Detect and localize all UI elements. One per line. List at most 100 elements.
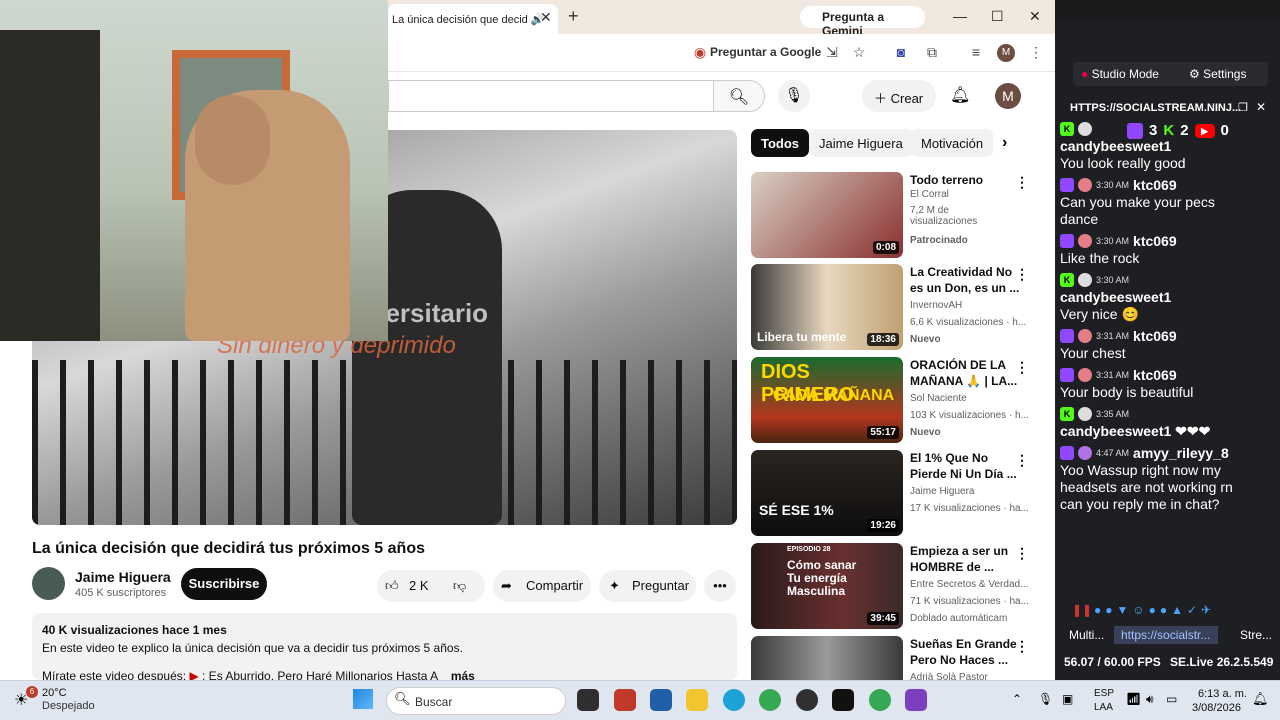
windows-start-icon[interactable] [353, 689, 373, 709]
extensions-puzzle-icon[interactable]: ⧉ [924, 44, 940, 60]
dislike-icon[interactable]: 👎︎ [453, 570, 466, 602]
rec-item[interactable]: EPISODIO 28 Cómo sanar Tu energía Mascul… [751, 543, 1036, 629]
rec-more-icon[interactable]: ⋮ [1015, 452, 1029, 469]
like-icon[interactable]: 👍︎ [385, 570, 399, 602]
ask-button[interactable]: ✦ Preguntar [599, 570, 696, 602]
tab-close-icon[interactable]: ✕ [540, 9, 552, 26]
weather-temp[interactable]: 20°C [42, 687, 67, 699]
gemini-button[interactable]: Pregunta a Gemini [800, 6, 925, 38]
rec-channel[interactable]: Adrià Solà Pastor [910, 672, 988, 680]
rec-title[interactable]: ORACIÓN DE LA MAÑANA 🙏 | LA... [910, 357, 1020, 389]
file-explorer-icon[interactable] [686, 689, 708, 711]
rec-channel[interactable]: Jaime Higuera [910, 486, 974, 497]
chip-all[interactable]: Todos [751, 129, 810, 157]
chip-motivation[interactable]: Motivación [911, 129, 994, 157]
rec-channel[interactable]: El Corral [910, 189, 949, 200]
profile-avatar[interactable]: M [997, 44, 1015, 62]
rec-thumbnail[interactable]: EPISODIO 28 Cómo sanar Tu energía Mascul… [751, 543, 903, 629]
clock-time[interactable]: 6:13 a. m. [1198, 688, 1247, 700]
share-button[interactable]: ➦ Compartir [493, 570, 591, 602]
rec-more-icon[interactable]: ⋮ [1015, 359, 1029, 376]
active-tab[interactable]: La única decisión que decid 🔊 [388, 4, 558, 34]
obs-icon[interactable] [796, 689, 818, 711]
display-tray-icon[interactable]: ▣ [1062, 692, 1073, 706]
rec-thumbnail[interactable]: 0:08 [751, 172, 903, 258]
mic-tray-icon[interactable]: 🎙︎ [1038, 692, 1053, 706]
reaction-icons[interactable]: ●●▼☺●●▲✓✈ [1094, 603, 1215, 617]
tab-socialstream[interactable]: https://socialstr... [1114, 626, 1218, 644]
taskbar-search[interactable]: Buscar [386, 687, 566, 715]
tab-multi[interactable]: Multi... [1069, 628, 1104, 642]
search-icon[interactable]: 🔍︎ [713, 80, 765, 112]
chrome-icon[interactable] [759, 689, 781, 711]
keyboard-layout[interactable]: LAA [1094, 702, 1113, 713]
subscribe-button[interactable]: Suscribirse [181, 568, 267, 600]
rec-item[interactable]: Sueñas En Grande Pero No Haces ... Adrià… [751, 636, 1036, 680]
maximize-icon[interactable]: ☐ [991, 8, 1004, 25]
rec-thumbnail[interactable]: Libera tu mente 18:36 [751, 264, 903, 350]
description-box[interactable]: 40 K visualizaciones hace 1 mes En este … [32, 613, 737, 680]
channel-name[interactable]: Jaime Higuera [75, 569, 171, 585]
language-code[interactable]: ESP [1094, 688, 1114, 699]
edge-icon[interactable] [723, 689, 745, 711]
notifications-icon[interactable]: 🔔︎ [1252, 691, 1269, 707]
ss-close-icon[interactable]: ✕ [1256, 100, 1266, 114]
bell-icon[interactable]: 🔔︎ [950, 85, 970, 105]
studio-mode-button[interactable]: ● Studio Mode [1081, 67, 1159, 81]
wifi-icon[interactable]: 📶︎ [1126, 692, 1141, 706]
tray-chevron-icon[interactable]: ⌃ [1012, 692, 1022, 706]
rec-more-icon[interactable]: ⋮ [1015, 174, 1029, 191]
rec-title[interactable]: Empieza a ser un HOMBRE de ... [910, 543, 1020, 575]
task-view-icon[interactable] [577, 689, 599, 711]
bookmark-star-icon[interactable]: ☆ [851, 44, 867, 60]
rec-channel[interactable]: Entre Secretos & Verdad... [910, 579, 1028, 590]
rec-channel[interactable]: Sol Naciente [910, 393, 967, 404]
new-tab-icon[interactable]: + [568, 6, 579, 27]
volume-icon[interactable]: 🔊︎ [1146, 692, 1154, 707]
pause-icon[interactable]: ❚❚ [1072, 603, 1092, 617]
media-control-icon[interactable]: ≡ [968, 44, 984, 60]
minimize-icon[interactable]: — [953, 8, 967, 24]
yt-avatar[interactable]: M [995, 83, 1021, 109]
rec-more-icon[interactable]: ⋮ [1015, 638, 1029, 655]
rec-title[interactable]: El 1% Que No Pierde Ni Un Día ... [910, 450, 1020, 482]
weather-desc[interactable]: Despejado [42, 700, 95, 712]
create-button[interactable]: ＋ Crear [862, 80, 936, 112]
rec-title[interactable]: Sueñas En Grande Pero No Haces ... [910, 636, 1020, 668]
socialstream-icon[interactable] [905, 689, 927, 711]
kebab-menu-icon[interactable]: ⋮ [1028, 44, 1044, 60]
rec-thumbnail[interactable]: DIOS PRIMERO CADA MAÑANA 55:17 [751, 357, 903, 443]
rec-more-icon[interactable]: ⋮ [1015, 545, 1029, 562]
like-count[interactable]: 2 K [409, 570, 429, 602]
rec-title[interactable]: La Creatividad No es un Don, es un ... [910, 264, 1020, 296]
clock-date[interactable]: 3/08/2026 [1192, 702, 1241, 714]
rec-item[interactable]: SÉ ESE 1% 19:26 El 1% Que No Pierde Ni U… [751, 450, 1036, 536]
rec-thumbnail[interactable]: SÉ ESE 1% 19:26 [751, 450, 903, 536]
rec-item[interactable]: 0:08 Todo terreno El Corral 7,2 M de vis… [751, 172, 1036, 258]
app-icon[interactable] [614, 689, 636, 711]
rec-more-icon[interactable]: ⋮ [1015, 266, 1029, 283]
install-icon[interactable]: ⇲ [824, 44, 840, 60]
more-link[interactable]: más [451, 669, 475, 680]
search-input[interactable] [388, 80, 713, 112]
rec-channel[interactable]: InvernovAH [910, 300, 962, 311]
chrome-profile-icon[interactable] [869, 689, 891, 711]
chip-channel[interactable]: Jaime Higuera [809, 129, 913, 157]
close-window-icon[interactable]: ✕ [1029, 8, 1041, 25]
rec-item[interactable]: DIOS PRIMERO CADA MAÑANA 55:17 ORACIÓN D… [751, 357, 1036, 443]
ask-google-button[interactable]: Preguntar a Google [710, 45, 821, 59]
battery-icon[interactable]: ▭ [1166, 692, 1177, 706]
extension-blue-icon[interactable]: ◙ [893, 44, 909, 60]
description-link[interactable]: : Es Aburrido, Pero Haré Millonarios Has… [202, 669, 437, 680]
store-icon[interactable] [650, 689, 672, 711]
settings-button[interactable]: ⚙ Settings [1189, 67, 1246, 81]
chevron-right-icon[interactable]: › [1002, 134, 1007, 152]
mic-icon[interactable]: 🎙︎ [778, 80, 810, 112]
channel-avatar[interactable] [32, 567, 65, 600]
rec-item[interactable]: Libera tu mente 18:36 La Creatividad No … [751, 264, 1036, 350]
tab-stream[interactable]: Stre... [1240, 628, 1272, 642]
popout-icon[interactable]: ❐ [1238, 101, 1248, 114]
chat-feed[interactable]: K candybeesweet1 You look really good 3:… [1060, 116, 1240, 626]
tiktok-icon[interactable] [832, 689, 854, 711]
rec-title[interactable]: Todo terreno [910, 172, 1020, 188]
